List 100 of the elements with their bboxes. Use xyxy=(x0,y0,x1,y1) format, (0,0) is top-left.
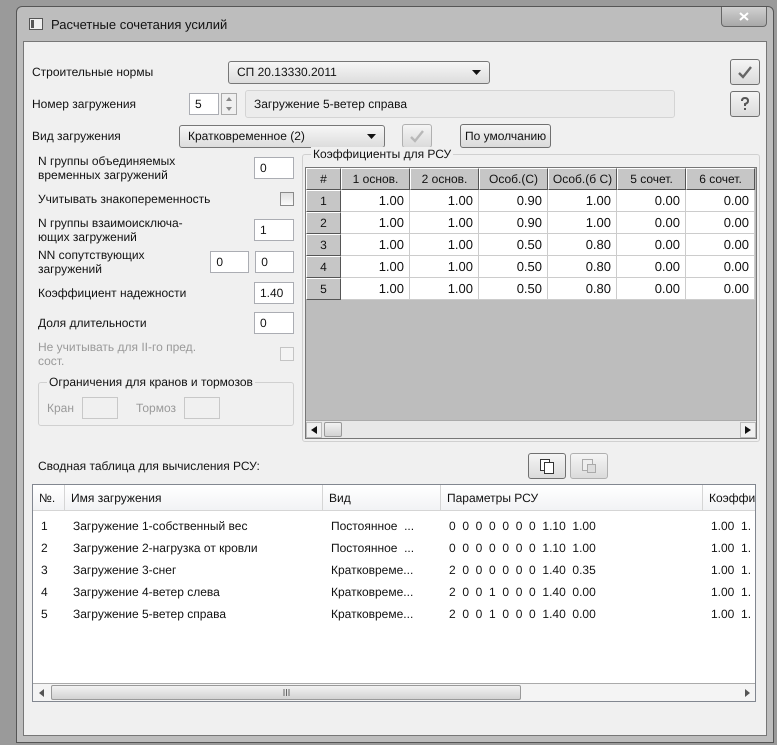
list-cell-text: 1.00 1. xyxy=(710,584,752,601)
table-cell: 0.80 xyxy=(548,234,617,256)
list-cell-text: 2 0 0 1 0 0 0 1.40 0.00 xyxy=(448,606,597,623)
group-title: Ограничения для кранов и тормозов xyxy=(47,375,255,389)
table-cell: 0.80 xyxy=(548,256,617,278)
right-arrow-icon xyxy=(745,426,751,434)
checkmark-icon xyxy=(409,129,425,143)
help-icon xyxy=(740,97,750,111)
list-cell-text: 2 0 0 0 0 0 0 1.40 0.35 xyxy=(448,562,597,579)
table-cell: 1.00 xyxy=(410,234,479,256)
close-icon xyxy=(739,12,749,21)
load-number-field[interactable]: 5 xyxy=(189,93,219,115)
table-cell: 0.50 xyxy=(479,278,548,300)
number-field[interactable]: 1 xyxy=(254,219,294,241)
field-label: N группы объединяемых временных загружений xyxy=(38,154,176,182)
field-label: N группы взаимоисключа-ющих загружений xyxy=(38,216,184,244)
help-button[interactable] xyxy=(730,91,760,117)
paste-icon xyxy=(581,458,597,474)
right-arrow-icon xyxy=(744,688,750,696)
list-cell-text: Загружение 4-ветер слева xyxy=(72,584,221,601)
row-header: 1 xyxy=(306,190,341,212)
field-label: NN сопутствующих загружений xyxy=(38,248,146,276)
input-field[interactable] xyxy=(184,397,220,419)
field-label: Кран xyxy=(47,401,74,415)
list-cell-text: Постоянное ... xyxy=(330,518,416,535)
list-cell-text: 1.00 1. xyxy=(710,518,752,535)
window-icon xyxy=(29,18,43,30)
spin-buttons[interactable] xyxy=(221,93,237,115)
copy-icon xyxy=(539,458,555,474)
number-field[interactable]: 0 xyxy=(210,251,250,273)
checkbox-label: Учитывать знакопеременность xyxy=(38,192,210,206)
horizontal-scrollbar[interactable] xyxy=(33,683,755,701)
number-field[interactable]: 1.40 xyxy=(254,282,294,304)
column-header[interactable]: Вид xyxy=(323,485,441,511)
table-cell: 0.00 xyxy=(617,278,686,300)
table-cell: 0.00 xyxy=(617,256,686,278)
table-cell: 1.00 xyxy=(410,278,479,300)
norms-dropdown[interactable]: СП 20.13330.2011 xyxy=(228,60,490,84)
table-cell: 1.00 xyxy=(410,256,479,278)
field-label: Доля длительности xyxy=(38,316,147,330)
checkmark-icon xyxy=(737,65,753,79)
table-cell: 0.00 xyxy=(617,212,686,234)
list-cell-text: Кратковреме... xyxy=(330,606,414,623)
default-button[interactable]: По умолчанию xyxy=(460,124,552,148)
column-header[interactable]: №. xyxy=(33,485,65,511)
list-cell-text: Загружение 5-ветер справа xyxy=(72,606,227,623)
row-header: 4 xyxy=(306,256,341,278)
horizontal-scrollbar[interactable] xyxy=(306,420,756,438)
list-cell-text: 2 0 0 1 0 0 0 1.40 0.00 xyxy=(448,584,597,601)
table-cell: 0.00 xyxy=(686,190,755,212)
apply-button[interactable] xyxy=(730,59,760,85)
checkbox[interactable] xyxy=(280,192,294,206)
caret-icon xyxy=(367,134,376,138)
column-header[interactable]: Параметры РСУ xyxy=(441,485,703,511)
list-cell-text: 2 xyxy=(40,540,49,557)
list-cell-text: 1.00 1. xyxy=(710,540,752,557)
table-cell: 1.00 xyxy=(341,278,410,300)
copy-button[interactable] xyxy=(528,453,566,479)
number-field[interactable]: 0 xyxy=(254,312,294,334)
column-header: 2 основ. xyxy=(410,168,479,190)
list-cell-text: 0 0 0 0 0 0 0 1.10 1.00 xyxy=(448,540,597,557)
load-type-dropdown[interactable]: Кратковременное (2) xyxy=(179,124,385,148)
table-cell: 0.90 xyxy=(479,212,548,234)
table-cell: 1.00 xyxy=(410,212,479,234)
table-cell: 1.00 xyxy=(341,234,410,256)
number-field[interactable]: 0 xyxy=(254,157,294,179)
table-cell: 1.00 xyxy=(341,190,410,212)
list-cell-text: Кратковреме... xyxy=(330,584,414,601)
table-cell: 0.00 xyxy=(686,212,755,234)
close-button[interactable] xyxy=(721,7,767,27)
scrollbar-thumb[interactable] xyxy=(324,422,342,437)
list-cell-text: 4 xyxy=(40,584,49,601)
list-cell-text: 0 0 0 0 0 0 0 1.10 1.00 xyxy=(448,518,597,535)
table-cell: 0.00 xyxy=(617,234,686,256)
list-cell-text: 1.00 1. xyxy=(710,562,752,579)
input-field[interactable] xyxy=(82,397,118,419)
list-cell-text: 1.00 1. xyxy=(710,606,752,623)
left-arrow-icon xyxy=(38,688,44,696)
table-cell: 0.00 xyxy=(617,190,686,212)
field-label: Тормоз xyxy=(136,401,176,415)
table-cell: 0.50 xyxy=(479,234,548,256)
list-cell-text: Загружение 2-нагрузка от кровли xyxy=(72,540,259,557)
scrollbar-thumb[interactable] xyxy=(51,685,521,700)
table-cell: 1.00 xyxy=(341,256,410,278)
caret-icon xyxy=(472,70,481,74)
table-cell: 1.00 xyxy=(548,212,617,234)
column-header: # xyxy=(306,168,341,190)
column-header[interactable]: Имя загружения xyxy=(65,485,323,511)
load-name-field: Загружение 5-ветер справа xyxy=(245,90,675,118)
table-cell: 0.00 xyxy=(686,256,755,278)
column-header: Особ.(б С) xyxy=(548,168,617,190)
left-arrow-icon xyxy=(311,426,317,434)
window-title: Расчетные сочетания усилий xyxy=(51,16,228,32)
number-field[interactable]: 0 xyxy=(255,251,294,273)
row-header: 5 xyxy=(306,278,341,300)
column-header: 1 основ. xyxy=(341,168,410,190)
table-cell: 0.00 xyxy=(686,278,755,300)
list-cell-text: Загружение 3-снег xyxy=(72,562,178,579)
list-cell-text: Загружение 1-собственный вес xyxy=(72,518,248,535)
table-cell: 1.00 xyxy=(548,190,617,212)
